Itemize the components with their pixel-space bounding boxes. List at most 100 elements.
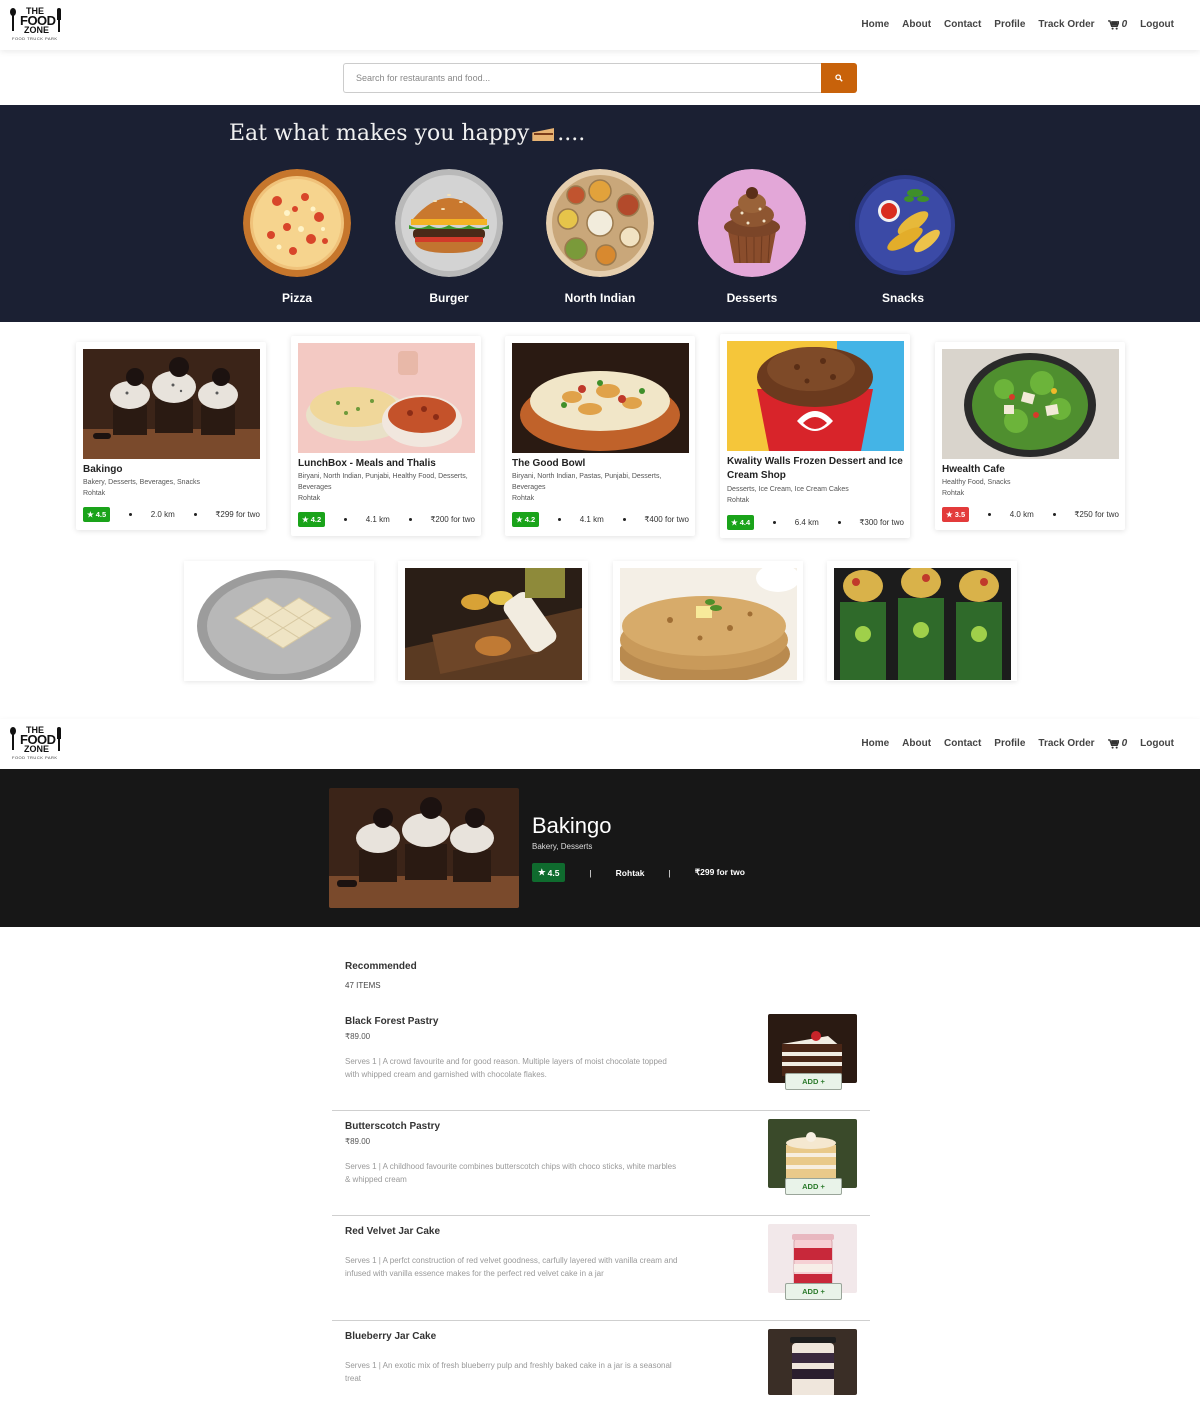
dot-separator: [1052, 513, 1056, 516]
distance: 6.4 km: [794, 518, 819, 527]
restaurant-city: Rohtak: [727, 497, 750, 504]
nav-links: Home About Contact Profile Track Order 0…: [861, 738, 1174, 749]
nav-about[interactable]: About: [902, 19, 931, 30]
add-button[interactable]: ADD +: [785, 1073, 842, 1090]
dot-separator: [837, 521, 841, 524]
nav-links: Home About Contact Profile Track Order 0…: [861, 19, 1174, 30]
restaurant-meta: ★ 4.4 6.4 km ₹300 for two: [727, 515, 904, 530]
restaurant-city: Rohtak: [298, 495, 321, 502]
spoon-icon: [10, 8, 16, 32]
restaurant-city: Rohtak: [942, 490, 965, 497]
restaurant-card-hwealth-cafe[interactable]: Hwealth Cafe Healthy Food, Snacks Rohtak…: [935, 342, 1125, 530]
price-for-two: ₹250 for two: [1074, 510, 1119, 519]
rating-badge: ★ 4.5: [532, 863, 566, 882]
menu-item-black-forest-pastry: Black Forest Pastry ₹89.00 Serves 1 | A …: [332, 1006, 870, 1111]
item-count: 47 ITEMS: [345, 981, 381, 990]
category-north-indian[interactable]: North Indian: [544, 169, 656, 305]
nav-profile[interactable]: Profile: [994, 738, 1025, 749]
wraps-image: [405, 568, 582, 680]
item-name: Red Velvet Jar Cake: [345, 1226, 441, 1237]
restaurant-card-good-bowl[interactable]: The Good Bowl Biryani, North Indian, Pas…: [505, 336, 695, 536]
restaurant-image: [298, 343, 475, 453]
nav-contact[interactable]: Contact: [944, 19, 981, 30]
restaurant-city: Rohtak: [512, 495, 535, 502]
restaurant-meta: ★ 4.5 | Rohtak | ₹299 for two: [532, 863, 745, 882]
restaurant-card-wraps[interactable]: [398, 561, 588, 681]
category-desserts[interactable]: Desserts: [696, 169, 808, 305]
search-bar: [343, 63, 857, 93]
restaurant-card-paratha[interactable]: [613, 561, 803, 681]
menu-item-blueberry-jar-cake: Blueberry Jar Cake Serves 1 | An exotic …: [332, 1321, 870, 1420]
item-description: Serves 1 | An exotic mix of fresh bluebe…: [345, 1361, 672, 1383]
cart-icon: [1107, 738, 1119, 749]
item-name: Blueberry Jar Cake: [345, 1331, 437, 1342]
food-zone-logo[interactable]: THE FOOD ZONE FOOD TRUCK PARK: [10, 6, 64, 44]
food-zone-logo[interactable]: THE FOOD ZONE FOOD TRUCK PARK: [10, 725, 64, 763]
item-price: ₹89.00: [345, 1137, 371, 1146]
nav-track-order[interactable]: Track Order: [1038, 738, 1094, 749]
snacks-image: [849, 169, 957, 277]
item-image: [768, 1329, 857, 1395]
dot-separator: [128, 513, 132, 516]
rolls-image: [834, 568, 1011, 680]
restaurant-image: [727, 341, 904, 451]
restaurant-title: Bakingo: [532, 813, 612, 838]
kaju-katli-image: [191, 568, 368, 680]
restaurant-cuisines: Healthy Food, Snacks: [942, 479, 1011, 486]
nav-home[interactable]: Home: [861, 738, 889, 749]
menu-item-red-velvet-jar-cake: Red Velvet Jar Cake Serves 1 | A perfct …: [332, 1216, 870, 1321]
nav-logout[interactable]: Logout: [1140, 19, 1174, 30]
restaurant-card-rolls[interactable]: [827, 561, 1017, 681]
restaurant-cuisines: Bakery, Desserts: [532, 842, 593, 851]
restaurant-header: Bakingo Bakery, Desserts ★ 4.5 | Rohtak …: [0, 769, 1200, 927]
rating-badge: ★ 4.2: [298, 512, 326, 527]
rating-badge: ★ 4.2: [512, 512, 540, 527]
nav-cart[interactable]: 0: [1107, 19, 1128, 30]
nav-cart[interactable]: 0: [1107, 738, 1128, 749]
category-pizza[interactable]: Pizza: [241, 169, 353, 305]
menu-item-butterscotch-pastry: Butterscotch Pastry ₹89.00 Serves 1 | A …: [332, 1111, 870, 1216]
burger-image: [395, 169, 503, 277]
restaurant-card-kwality-walls[interactable]: Kwality Walls Frozen Dessert and Ice Cre…: [720, 334, 910, 538]
restaurant-card-lunchbox[interactable]: LunchBox - Meals and Thalis Biryani, Nor…: [291, 336, 481, 536]
rating-badge: ★ 4.5: [83, 507, 111, 522]
nav-profile[interactable]: Profile: [994, 19, 1025, 30]
price-for-two: ₹299 for two: [215, 510, 260, 519]
item-description: Serves 1 | A crowd favourite and for goo…: [345, 1057, 667, 1079]
dot-separator: [408, 518, 412, 521]
section-title: Recommended: [345, 961, 417, 972]
restaurant-meta: ★ 4.5 2.0 km ₹299 for two: [83, 507, 260, 522]
restaurant-meta: ★ 3.5 4.0 km ₹250 for two: [942, 507, 1119, 522]
knife-icon: [57, 727, 61, 751]
restaurant-cover-image: [329, 788, 519, 908]
add-button[interactable]: ADD +: [785, 1178, 842, 1195]
pizza-image: [243, 169, 351, 277]
restaurant-cuisines: Biryani, North Indian, Pastas, Punjabi, …: [512, 473, 662, 491]
restaurant-card-sweets[interactable]: [184, 561, 374, 681]
price-for-two: ₹400 for two: [644, 515, 689, 524]
cart-count: 0: [1121, 19, 1128, 30]
dot-separator: [193, 513, 197, 516]
search-input[interactable]: [343, 63, 821, 93]
top-navbar: THE FOOD ZONE FOOD TRUCK PARK Home About…: [0, 0, 1200, 50]
spoon-icon: [10, 727, 16, 751]
cake-icon: [532, 125, 554, 141]
search-button[interactable]: [821, 63, 857, 93]
category-snacks[interactable]: Snacks: [847, 169, 959, 305]
add-button[interactable]: ADD +: [785, 1283, 842, 1300]
restaurant-cuisines: Bakery, Desserts, Beverages, Snacks: [83, 479, 200, 486]
nav-logout[interactable]: Logout: [1140, 738, 1174, 749]
restaurant-image: [942, 349, 1119, 459]
item-price: ₹89.00: [345, 1032, 371, 1041]
price-for-two: ₹299 for two: [694, 867, 745, 877]
cart-count: 0: [1121, 738, 1128, 749]
restaurant-name: The Good Bowl: [512, 458, 586, 469]
nav-track-order[interactable]: Track Order: [1038, 19, 1094, 30]
dot-separator: [987, 513, 991, 516]
category-burger[interactable]: Burger: [393, 169, 505, 305]
price-for-two: ₹200 for two: [430, 515, 475, 524]
nav-contact[interactable]: Contact: [944, 738, 981, 749]
nav-about[interactable]: About: [902, 738, 931, 749]
restaurant-card-bakingo[interactable]: Bakingo Bakery, Desserts, Beverages, Sna…: [76, 342, 266, 530]
nav-home[interactable]: Home: [861, 19, 889, 30]
